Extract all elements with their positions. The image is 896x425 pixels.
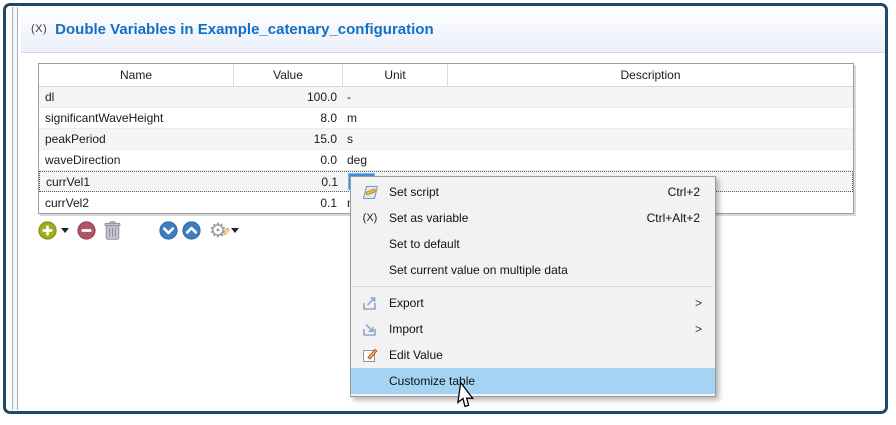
cell-unit[interactable]: - <box>343 90 448 104</box>
column-header-description[interactable]: Description <box>448 64 853 86</box>
cell-value[interactable]: 100.0 <box>234 90 343 104</box>
move-up-icon <box>182 221 201 240</box>
variable-type-icon: (X) <box>31 23 47 35</box>
settings-button[interactable]: ⚙✎ <box>209 220 227 240</box>
cell-value[interactable]: 0.0 <box>234 153 343 167</box>
remove-icon <box>77 221 96 240</box>
column-header-unit[interactable]: Unit <box>343 64 448 86</box>
menu-item-set-to-default[interactable]: Set to default <box>351 231 715 257</box>
cell-name[interactable]: waveDirection <box>39 153 234 167</box>
script-pencil-icon <box>351 185 389 200</box>
panel-title-bar: (X) Double Variables in Example_catenary… <box>21 6 885 53</box>
menu-item-set-as-variable[interactable]: (X) Set as variable Ctrl+Alt+2 <box>351 205 715 231</box>
context-menu: Set script Ctrl+2 (X) Set as variable Ct… <box>350 176 716 397</box>
move-up-button[interactable] <box>182 221 201 240</box>
mouse-cursor-icon <box>452 381 474 411</box>
cell-value[interactable]: 0.1 <box>235 175 344 189</box>
move-down-icon <box>159 221 178 240</box>
remove-variable-button[interactable] <box>77 221 96 240</box>
submenu-arrow-icon: > <box>695 322 715 336</box>
cell-name[interactable]: dl <box>39 90 234 104</box>
add-dropdown-caret[interactable] <box>61 228 69 233</box>
cell-unit[interactable]: s <box>343 132 448 146</box>
menu-item-import[interactable]: Import > <box>351 316 715 342</box>
variables-panel: (X) Double Variables in Example_catenary… <box>0 0 896 425</box>
cell-unit[interactable]: deg <box>343 153 448 167</box>
menu-item-set-script[interactable]: Set script Ctrl+2 <box>351 179 715 205</box>
shortcut-label: Ctrl+Alt+2 <box>647 211 715 225</box>
table-row[interactable]: dl 100.0 - <box>39 87 853 108</box>
cell-name[interactable]: peakPeriod <box>39 132 234 146</box>
cell-value[interactable]: 0.1 <box>234 196 343 210</box>
column-header-value[interactable]: Value <box>234 64 343 86</box>
gear-pencil-icon: ⚙✎ <box>209 220 227 240</box>
export-icon <box>351 296 389 311</box>
menu-item-export[interactable]: Export > <box>351 290 715 316</box>
variable-x-icon: (X) <box>351 212 389 224</box>
table-row[interactable]: waveDirection 0.0 deg <box>39 150 853 171</box>
import-icon <box>351 322 389 337</box>
table-row[interactable]: peakPeriod 15.0 s <box>39 129 853 150</box>
cell-name[interactable]: significantWaveHeight <box>39 111 234 125</box>
panel-splitter[interactable] <box>12 7 18 410</box>
delete-button[interactable] <box>104 221 121 240</box>
trash-icon <box>104 221 121 240</box>
cell-name[interactable]: currVel2 <box>39 196 234 210</box>
column-header-name[interactable]: Name <box>39 64 234 86</box>
menu-item-set-current-value[interactable]: Set current value on multiple data <box>351 257 715 283</box>
shortcut-label: Ctrl+2 <box>668 185 715 199</box>
menu-item-edit-value[interactable]: Edit Value <box>351 342 715 368</box>
edit-value-icon <box>351 348 389 363</box>
cell-name[interactable]: currVel1 <box>40 175 235 189</box>
cell-unit[interactable]: m <box>343 111 448 125</box>
submenu-arrow-icon: > <box>695 296 715 310</box>
move-down-button[interactable] <box>159 221 178 240</box>
pencil-icon: ✎ <box>215 226 236 238</box>
add-variable-button[interactable] <box>38 221 57 240</box>
menu-separator <box>353 286 713 287</box>
add-icon <box>38 221 57 240</box>
menu-item-customize-table[interactable]: Customize table <box>351 368 715 394</box>
table-toolbar: ⚙✎ <box>38 220 239 240</box>
cell-value[interactable]: 15.0 <box>234 132 343 146</box>
table-header-row: Name Value Unit Description <box>39 64 853 87</box>
table-row[interactable]: significantWaveHeight 8.0 m <box>39 108 853 129</box>
cell-value[interactable]: 8.0 <box>234 111 343 125</box>
page-title: Double Variables in Example_catenary_con… <box>55 21 433 38</box>
